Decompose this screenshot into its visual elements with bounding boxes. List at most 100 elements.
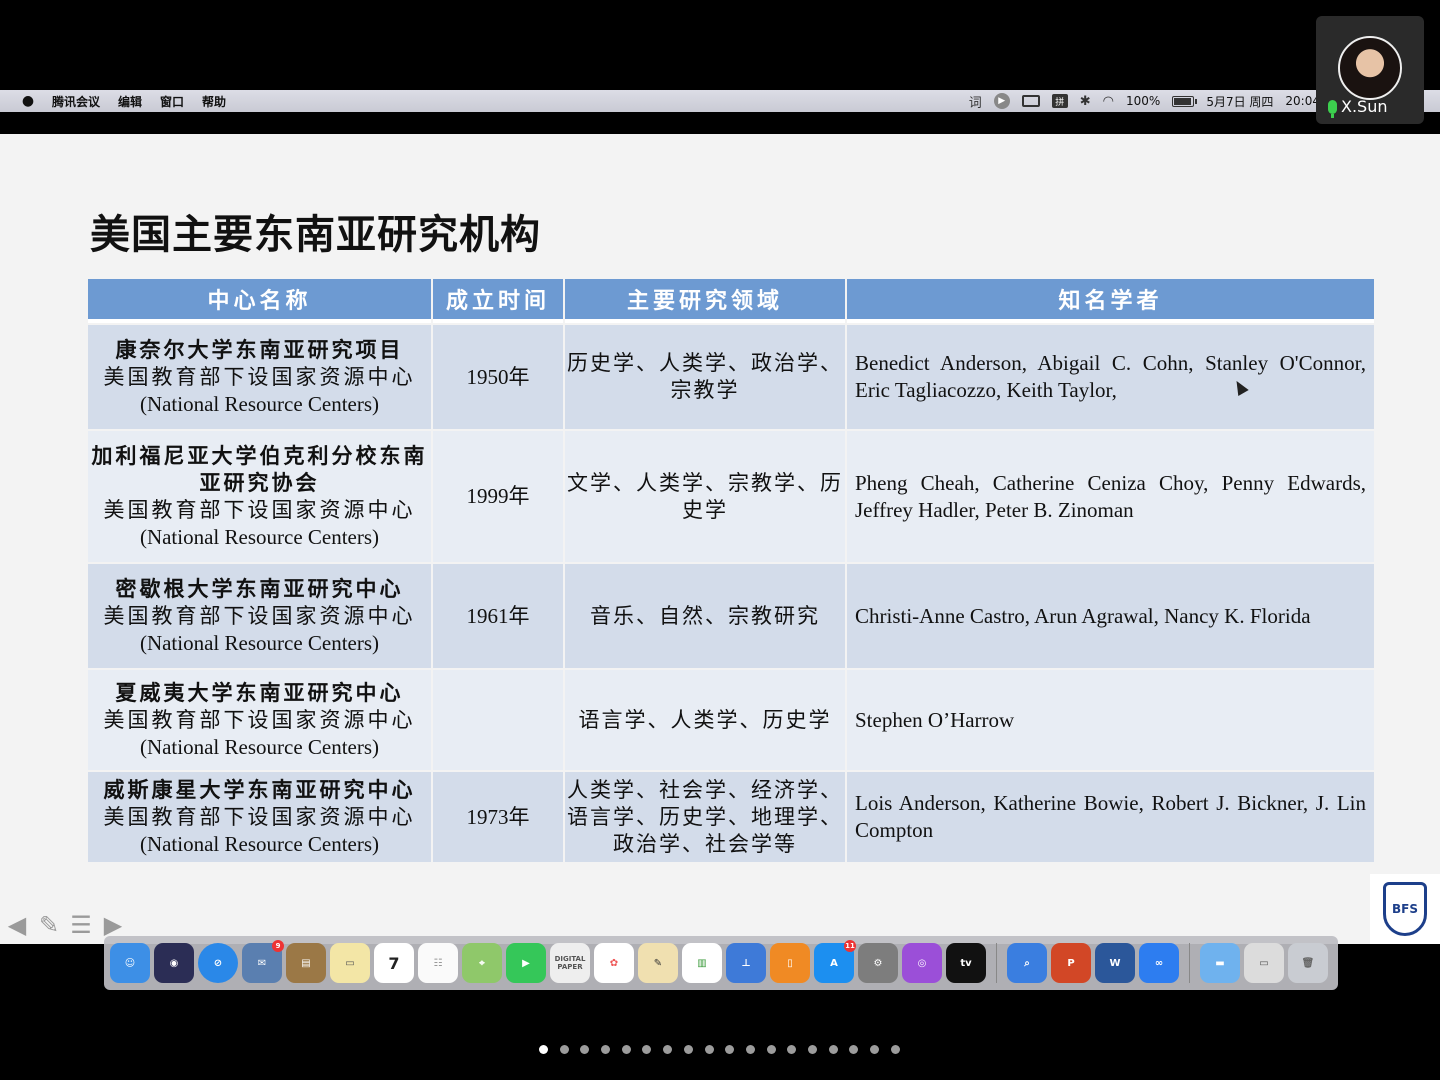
safari-icon[interactable]: ⊘ xyxy=(198,943,238,983)
pen-icon[interactable]: ✎ xyxy=(36,911,62,939)
table-row: 康奈尔大学东南亚研究项目 美国教育部下设国家资源中心 (National Res… xyxy=(88,325,1374,429)
dock-separator xyxy=(1189,943,1190,983)
page-dot[interactable] xyxy=(725,1045,735,1054)
research-fields: 文学、人类学、宗教学、历史学 xyxy=(565,431,845,562)
page-dot[interactable] xyxy=(849,1045,859,1054)
column-header-name: 中心名称 xyxy=(88,279,431,323)
page-dot[interactable] xyxy=(539,1045,548,1054)
university-logo: BFS xyxy=(1370,874,1440,944)
menu-help[interactable]: 帮助 xyxy=(202,93,226,110)
contacts-icon[interactable]: ▤ xyxy=(286,943,326,983)
page-dot[interactable] xyxy=(621,1045,631,1054)
preview-icon[interactable]: ⌕ xyxy=(1007,943,1047,983)
previous-slide-icon[interactable]: ◀ xyxy=(4,911,30,939)
page-dot[interactable] xyxy=(601,1045,611,1054)
table-row: 夏威夷大学东南亚研究中心 美国教育部下设国家资源中心 (National Res… xyxy=(88,670,1374,770)
folder-icon[interactable]: ▬ xyxy=(1200,943,1240,983)
page-dot[interactable] xyxy=(787,1045,797,1054)
bluetooth-icon[interactable]: ✱ xyxy=(1080,94,1091,109)
menu-window[interactable]: 窗口 xyxy=(160,93,184,110)
page-dot[interactable] xyxy=(890,1045,900,1054)
founded-year: 1999年 xyxy=(433,431,563,562)
dictionary-icon[interactable]: 词 xyxy=(969,92,982,111)
wifi-icon[interactable]: ◠ xyxy=(1103,94,1114,109)
menu-icon[interactable]: ☰ xyxy=(68,911,94,939)
page-dot[interactable] xyxy=(642,1045,652,1054)
center-subtitle-cn: 美国教育部下设国家资源中心 xyxy=(103,804,416,829)
powerpoint-icon[interactable]: P xyxy=(1051,943,1091,983)
next-slide-icon[interactable]: ▶ xyxy=(100,911,126,939)
page-indicator xyxy=(539,1045,900,1054)
founded-year: 1950年 xyxy=(433,325,563,429)
menubar-time[interactable]: 20:04 xyxy=(1285,94,1320,108)
founded-year xyxy=(433,670,563,770)
center-subtitle-cn: 美国教育部下设国家资源中心 xyxy=(103,707,416,732)
page-dot[interactable] xyxy=(580,1045,590,1054)
founded-year: 1973年 xyxy=(433,772,563,862)
scholars: Stephen O’Harrow xyxy=(847,670,1374,770)
page-dot[interactable] xyxy=(663,1045,673,1054)
word-icon[interactable]: W xyxy=(1095,943,1135,983)
page-dot[interactable] xyxy=(745,1045,755,1054)
dock-separator xyxy=(996,943,997,983)
apple-icon[interactable]: ● xyxy=(20,93,36,109)
page-dot[interactable] xyxy=(559,1045,569,1054)
center-subtitle-en: (National Resource Centers) xyxy=(139,734,380,759)
mail-icon[interactable]: ✉ 9 xyxy=(242,940,284,983)
center-name: 密歇根大学东南亚研究中心 xyxy=(115,576,404,601)
facetime-icon[interactable]: ▶ xyxy=(506,943,546,983)
center-name: 加利福尼亚大学伯克利分校东南亚研究协会 xyxy=(91,443,428,495)
page-dot[interactable] xyxy=(870,1045,879,1054)
mail-badge: 9 xyxy=(272,940,284,952)
app-store-icon[interactable]: A 11 xyxy=(814,940,856,983)
dock: ☺ ◉ ⊘ ✉ 9 ▤ ▭ 7 ☷ ⌖ ▶ DIGITAL PAPER ✿ ✎ ▥… xyxy=(104,936,1338,990)
system-preferences-icon[interactable]: ⚙ xyxy=(858,943,898,983)
center-subtitle-en: (National Resource Centers) xyxy=(139,630,380,655)
app-store-badge: 11 xyxy=(844,940,856,952)
page-dot[interactable] xyxy=(766,1045,776,1054)
participant-video-tile[interactable]: X.Sun xyxy=(1316,16,1424,124)
shared-slide: 美国主要东南亚研究机构 中心名称 成立时间 主要研究领域 知名学者 康奈尔大学东… xyxy=(0,134,1440,944)
menubar-date[interactable]: 5月7日 周四 xyxy=(1206,93,1273,110)
photos-icon[interactable]: ✿ xyxy=(594,943,634,983)
numbers-icon[interactable]: ▥ xyxy=(682,943,722,983)
center-subtitle-en: (National Resource Centers) xyxy=(139,524,380,549)
input-method-icon[interactable]: 拼 xyxy=(1051,94,1068,108)
battery-icon[interactable] xyxy=(1172,95,1198,107)
page-dot[interactable] xyxy=(683,1045,693,1054)
pages-icon[interactable]: ✎ xyxy=(638,943,678,983)
column-header-year: 成立时间 xyxy=(433,279,563,323)
books-icon[interactable]: ▯ xyxy=(770,943,810,983)
digital-paper-icon[interactable]: DIGITAL PAPER xyxy=(550,943,590,983)
page-dot[interactable] xyxy=(704,1045,714,1054)
page-dot[interactable] xyxy=(807,1045,817,1054)
participant-name-row: X.Sun xyxy=(1328,97,1387,118)
reminders-icon[interactable]: ☷ xyxy=(418,943,458,983)
play-icon[interactable]: ▶ xyxy=(993,93,1010,109)
calendar-icon[interactable]: 7 xyxy=(374,943,414,983)
center-subtitle-cn: 美国教育部下设国家资源中心 xyxy=(103,603,416,628)
center-name-cell: 康奈尔大学东南亚研究项目 美国教育部下设国家资源中心 (National Res… xyxy=(88,325,431,429)
page-dot[interactable] xyxy=(828,1045,838,1054)
research-fields: 人类学、社会学、经济学、语言学、历史学、地理学、政治学、社会学等 xyxy=(565,772,845,862)
scholars: Christi-Anne Castro, Arun Agrawal, Nancy… xyxy=(847,564,1374,668)
screenshot-stack-icon[interactable]: ▭ xyxy=(1244,943,1284,983)
menu-edit[interactable]: 编辑 xyxy=(118,93,142,110)
display-icon[interactable] xyxy=(1021,95,1040,107)
center-subtitle-cn: 美国教育部下设国家资源中心 xyxy=(103,497,416,522)
slide-controls: ◀ ✎ ☰ ▶ xyxy=(4,911,126,939)
center-name: 威斯康星大学东南亚研究中心 xyxy=(103,777,416,802)
siri-icon[interactable]: ◉ xyxy=(154,943,194,983)
maps-icon[interactable]: ⌖ xyxy=(462,943,502,983)
trash-icon[interactable]: 🗑 xyxy=(1288,943,1328,983)
podcasts-icon[interactable]: ◎ xyxy=(902,943,942,983)
tencent-meeting-icon[interactable]: ∞ xyxy=(1139,943,1179,983)
notes-icon[interactable]: ▭ xyxy=(330,943,370,983)
menu-app-name[interactable]: 腾讯会议 xyxy=(52,93,100,110)
scholars: Pheng Cheah, Catherine Ceniza Choy, Penn… xyxy=(847,431,1374,562)
keynote-icon[interactable]: ⊥ xyxy=(726,943,766,983)
column-header-fields: 主要研究领域 xyxy=(565,279,845,323)
apple-tv-icon[interactable]: tv xyxy=(946,943,986,983)
finder-icon[interactable]: ☺ xyxy=(110,943,150,983)
scholars: Benedict Anderson, Abigail C. Cohn, Stan… xyxy=(847,325,1374,429)
